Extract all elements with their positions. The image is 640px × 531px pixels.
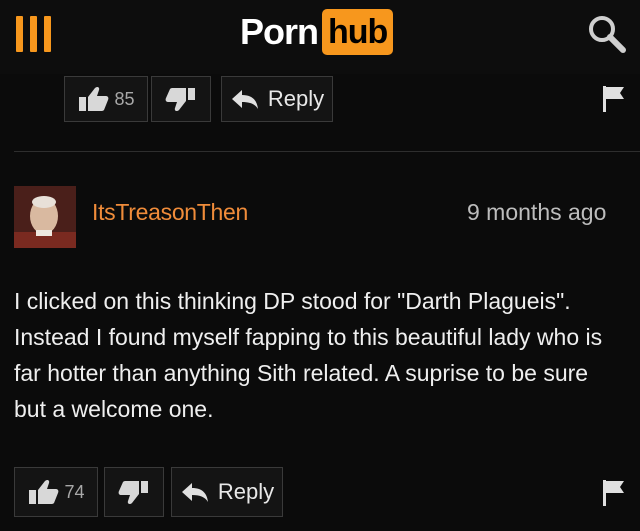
reply-arrow-icon [230,88,260,110]
like-button[interactable]: 85 [64,76,148,122]
search-icon[interactable] [585,12,629,56]
comment-username[interactable]: ItsTreasonThen [92,199,248,226]
reply-button[interactable]: Reply [221,76,333,122]
like-count: 85 [114,88,135,109]
reply-button[interactable]: Reply [171,467,283,517]
like-button[interactable]: 74 [14,467,98,517]
thumbs-down-icon [118,479,150,505]
dislike-button[interactable] [104,467,164,517]
comment-timestamp: 9 months ago [467,199,607,225]
comment-divider [14,151,640,152]
flag-icon[interactable] [601,84,627,119]
reply-label: Reply [267,86,325,111]
thumbs-down-icon [165,86,197,112]
flag-icon[interactable] [601,478,627,513]
thumbs-up-icon [27,478,61,506]
reply-arrow-icon [180,481,210,503]
avatar[interactable] [14,186,76,248]
like-count: 74 [64,481,85,502]
dislike-button[interactable] [151,76,211,122]
thumbs-up-icon [77,85,111,113]
reply-label: Reply [217,479,275,504]
site-logo[interactable]: Porn hub [240,6,394,58]
top-header: Porn hub [0,0,640,74]
logo-text-primary: Porn [240,11,319,52]
hamburger-menu-icon[interactable] [16,16,52,52]
logo-text-highlight: hub [322,9,394,55]
comment-text: I clicked on this thinking DP stood for … [14,288,603,422]
